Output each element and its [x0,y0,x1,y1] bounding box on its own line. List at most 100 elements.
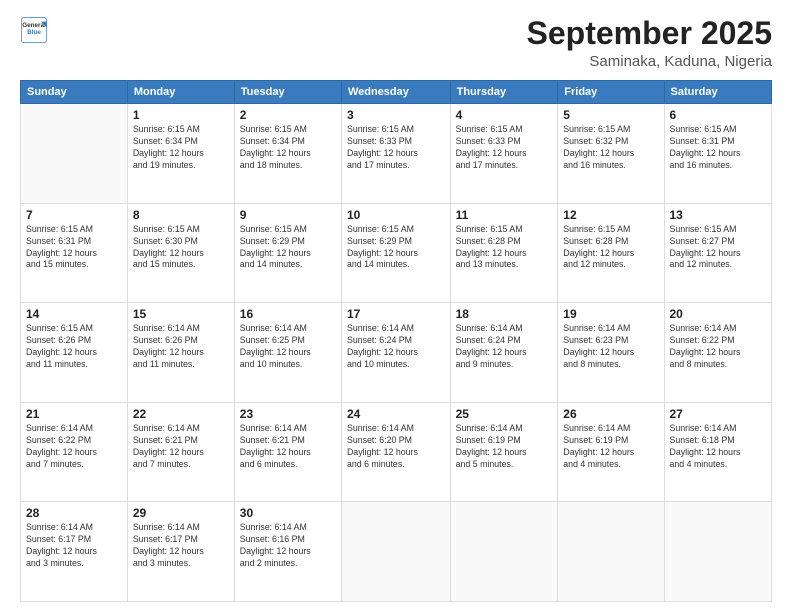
day-number: 25 [456,407,553,421]
location-subtitle: Saminaka, Kaduna, Nigeria [527,53,772,70]
day-number: 16 [240,307,336,321]
day-number: 22 [133,407,229,421]
day-info: Sunrise: 6:15 AM Sunset: 6:33 PM Dayligh… [456,124,553,172]
day-number: 24 [347,407,445,421]
day-info: Sunrise: 6:15 AM Sunset: 6:29 PM Dayligh… [347,224,445,272]
calendar-cell: 27Sunrise: 6:14 AM Sunset: 6:18 PM Dayli… [664,402,772,502]
calendar-cell [450,502,558,602]
calendar-cell: 19 Sunrise: 6:14 AM Sunset: 6:23 PM Dayli… [558,303,664,403]
day-number: 27 [670,407,767,421]
calendar-cell: 25 Sunrise: 6:14 AM Sunset: 6:19 PM Dayli… [450,402,558,502]
day-info: Sunrise: 6:14 AM Sunset: 6:16 PM Dayligh… [240,522,336,570]
day-info: Sunrise: 6:15 AM Sunset: 6:34 PM Dayligh… [133,124,229,172]
day-info: Sunrise: 6:15 AM Sunset: 6:31 PM Dayligh… [670,124,767,172]
calendar-cell: 13 Sunrise: 6:15 AM Sunset: 6:27 PM Dayli… [664,203,772,303]
weekday-header-tuesday: Tuesday [234,81,341,104]
day-number: 5 [563,108,658,122]
calendar-week-3: 21 Sunrise: 6:14 AM Sunset: 6:22 PM Dayli… [21,402,772,502]
day-info: Sunrise: 6:15 AM Sunset: 6:28 PM Dayligh… [456,224,553,272]
day-info: Sunrise: 6:14 AM Sunset: 6:26 PM Dayligh… [133,323,229,371]
day-number: 4 [456,108,553,122]
day-number: 19 [563,307,658,321]
title-block: September 2025 Saminaka, Kaduna, Nigeria [527,16,772,70]
calendar-cell: 7 Sunrise: 6:15 AM Sunset: 6:31 PM Daylig… [21,203,128,303]
day-info: Sunrise: 6:14 AM Sunset: 6:21 PM Dayligh… [240,423,336,471]
weekday-header-saturday: Saturday [664,81,772,104]
calendar-cell: 8Sunrise: 6:15 AM Sunset: 6:30 PM Daylig… [127,203,234,303]
calendar-cell: 22 Sunrise: 6:14 AM Sunset: 6:21 PM Dayli… [127,402,234,502]
day-number: 13 [670,208,767,222]
calendar-cell: 1Sunrise: 6:15 AM Sunset: 6:34 PM Daylig… [127,104,234,204]
day-info: Sunrise: 6:15 AM Sunset: 6:26 PM Dayligh… [26,323,122,371]
day-info: Sunrise: 6:15 AM Sunset: 6:34 PM Dayligh… [240,124,336,172]
calendar-cell: 3 Sunrise: 6:15 AM Sunset: 6:33 PM Daylig… [341,104,450,204]
calendar-cell: 14 Sunrise: 6:15 AM Sunset: 6:26 PM Dayli… [21,303,128,403]
day-info: Sunrise: 6:14 AM Sunset: 6:24 PM Dayligh… [456,323,553,371]
calendar-cell: 20 Sunrise: 6:14 AM Sunset: 6:22 PM Dayli… [664,303,772,403]
day-number: 9 [240,208,336,222]
day-number: 6 [670,108,767,122]
calendar-cell: 16 Sunrise: 6:14 AM Sunset: 6:25 PM Dayli… [234,303,341,403]
day-number: 14 [26,307,122,321]
day-info: Sunrise: 6:14 AM Sunset: 6:21 PM Dayligh… [133,423,229,471]
weekday-header-wednesday: Wednesday [341,81,450,104]
calendar-cell [664,502,772,602]
day-number: 26 [563,407,658,421]
calendar-cell: 18 Sunrise: 6:14 AM Sunset: 6:24 PM Dayli… [450,303,558,403]
calendar-cell [558,502,664,602]
day-info: Sunrise: 6:14 AM Sunset: 6:22 PM Dayligh… [26,423,122,471]
day-info: Sunrise: 6:14 AM Sunset: 6:22 PM Dayligh… [670,323,767,371]
day-info: Sunrise: 6:15 AM Sunset: 6:31 PM Dayligh… [26,224,122,272]
day-number: 10 [347,208,445,222]
day-info: Sunrise: 6:14 AM Sunset: 6:17 PM Dayligh… [133,522,229,570]
calendar-week-0: 1Sunrise: 6:15 AM Sunset: 6:34 PM Daylig… [21,104,772,204]
day-number: 20 [670,307,767,321]
calendar-cell: 11 Sunrise: 6:15 AM Sunset: 6:28 PM Dayli… [450,203,558,303]
day-number: 12 [563,208,658,222]
day-number: 7 [26,208,122,222]
calendar-cell: 21 Sunrise: 6:14 AM Sunset: 6:22 PM Dayli… [21,402,128,502]
day-info: Sunrise: 6:15 AM Sunset: 6:33 PM Dayligh… [347,124,445,172]
day-number: 3 [347,108,445,122]
logo: General Blue [20,16,48,44]
calendar-cell: 26 Sunrise: 6:14 AM Sunset: 6:19 PM Dayli… [558,402,664,502]
calendar-table: SundayMondayTuesdayWednesdayThursdayFrid… [20,80,772,602]
calendar-body: 1Sunrise: 6:15 AM Sunset: 6:34 PM Daylig… [21,104,772,602]
day-info: Sunrise: 6:14 AM Sunset: 6:25 PM Dayligh… [240,323,336,371]
day-info: Sunrise: 6:14 AM Sunset: 6:24 PM Dayligh… [347,323,445,371]
month-title: September 2025 [527,16,772,51]
calendar-cell [21,104,128,204]
day-number: 29 [133,506,229,520]
day-info: Sunrise: 6:15 AM Sunset: 6:27 PM Dayligh… [670,224,767,272]
calendar-header: SundayMondayTuesdayWednesdayThursdayFrid… [21,81,772,104]
calendar-cell: 2 Sunrise: 6:15 AM Sunset: 6:34 PM Daylig… [234,104,341,204]
calendar-cell: 24 Sunrise: 6:14 AM Sunset: 6:20 PM Dayli… [341,402,450,502]
day-info: Sunrise: 6:15 AM Sunset: 6:30 PM Dayligh… [133,224,229,272]
day-info: Sunrise: 6:14 AM Sunset: 6:19 PM Dayligh… [563,423,658,471]
svg-text:General: General [22,22,46,29]
day-number: 23 [240,407,336,421]
day-number: 11 [456,208,553,222]
calendar-week-1: 7 Sunrise: 6:15 AM Sunset: 6:31 PM Daylig… [21,203,772,303]
day-info: Sunrise: 6:15 AM Sunset: 6:28 PM Dayligh… [563,224,658,272]
calendar-cell: 6 Sunrise: 6:15 AM Sunset: 6:31 PM Daylig… [664,104,772,204]
day-info: Sunrise: 6:14 AM Sunset: 6:20 PM Dayligh… [347,423,445,471]
calendar-cell: 5 Sunrise: 6:15 AM Sunset: 6:32 PM Daylig… [558,104,664,204]
calendar-cell: 12 Sunrise: 6:15 AM Sunset: 6:28 PM Dayli… [558,203,664,303]
logo-icon: General Blue [20,16,48,44]
day-info: Sunrise: 6:14 AM Sunset: 6:19 PM Dayligh… [456,423,553,471]
day-info: Sunrise: 6:15 AM Sunset: 6:32 PM Dayligh… [563,124,658,172]
weekday-header-monday: Monday [127,81,234,104]
calendar-cell: 23 Sunrise: 6:14 AM Sunset: 6:21 PM Dayli… [234,402,341,502]
day-number: 21 [26,407,122,421]
day-info: Sunrise: 6:14 AM Sunset: 6:23 PM Dayligh… [563,323,658,371]
day-number: 2 [240,108,336,122]
day-number: 15 [133,307,229,321]
calendar-cell: 29 Sunrise: 6:14 AM Sunset: 6:17 PM Dayli… [127,502,234,602]
day-number: 18 [456,307,553,321]
day-info: Sunrise: 6:14 AM Sunset: 6:17 PM Dayligh… [26,522,122,570]
day-info: Sunrise: 6:15 AM Sunset: 6:29 PM Dayligh… [240,224,336,272]
day-number: 30 [240,506,336,520]
svg-text:Blue: Blue [27,29,41,36]
calendar-week-2: 14 Sunrise: 6:15 AM Sunset: 6:26 PM Dayli… [21,303,772,403]
